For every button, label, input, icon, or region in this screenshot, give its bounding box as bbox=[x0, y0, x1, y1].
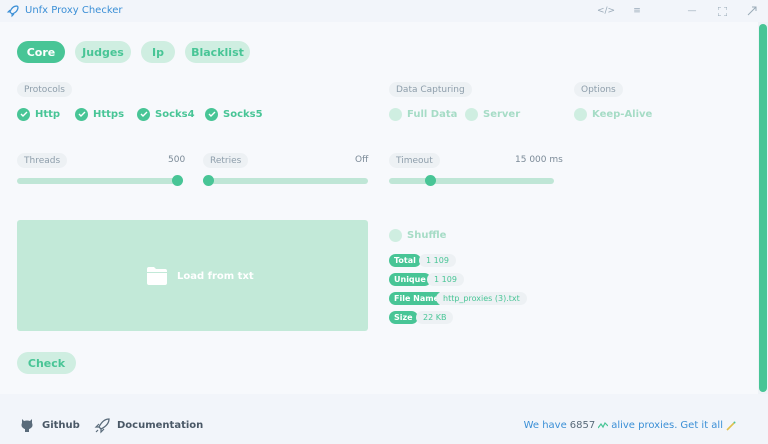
scrollbar-thumb[interactable] bbox=[759, 24, 767, 392]
socks4-checkbox[interactable]: Socks4 bbox=[137, 107, 195, 121]
title-bar: Unfx Proxy Checker </> ≡ — bbox=[0, 0, 768, 22]
rocket-icon bbox=[94, 418, 110, 434]
protocols-label: Protocols bbox=[17, 82, 72, 97]
retries-slider-handle[interactable] bbox=[203, 175, 214, 186]
tab-blacklist[interactable]: Blacklist bbox=[185, 41, 250, 63]
retries-label: Retries bbox=[203, 153, 249, 168]
tab-core[interactable]: Core bbox=[17, 41, 65, 63]
total-key: Total bbox=[389, 254, 421, 267]
server-label: Server bbox=[483, 108, 521, 120]
retries-slider[interactable] bbox=[203, 178, 368, 184]
load-from-txt-label: Load from txt bbox=[177, 271, 254, 282]
keep-alive-checkbox[interactable]: Keep-Alive bbox=[574, 107, 652, 121]
keep-alive-label: Keep-Alive bbox=[592, 108, 653, 120]
github-link[interactable]: Github bbox=[19, 417, 80, 433]
socks4-label: Socks4 bbox=[155, 108, 195, 120]
check-icon bbox=[137, 107, 150, 121]
wand-icon bbox=[726, 421, 736, 431]
maximize-icon[interactable] bbox=[714, 3, 730, 19]
code-icon[interactable]: </> bbox=[597, 3, 615, 19]
shuffle-label: Shuffle bbox=[407, 229, 447, 241]
socks5-label: Socks5 bbox=[223, 108, 263, 120]
total-value: 1 109 bbox=[419, 254, 456, 267]
data-capturing-label: Data Capturing bbox=[389, 82, 472, 97]
folder-icon bbox=[147, 267, 167, 285]
options-label: Options bbox=[574, 82, 623, 97]
check-icon bbox=[205, 107, 218, 121]
https-label: Https bbox=[93, 108, 125, 120]
check-button[interactable]: Check bbox=[17, 352, 76, 374]
shuffle-checkbox[interactable]: Shuffle bbox=[389, 228, 446, 242]
unique-key: Unique bbox=[389, 273, 431, 286]
https-checkbox[interactable]: Https bbox=[75, 107, 124, 121]
socks5-checkbox[interactable]: Socks5 bbox=[205, 107, 263, 121]
threads-value: 500 bbox=[168, 155, 186, 165]
github-label: Github bbox=[42, 419, 80, 431]
threads-label: Threads bbox=[17, 153, 68, 168]
check-icon bbox=[17, 107, 30, 121]
status-middle: alive proxies. bbox=[611, 420, 678, 431]
full-data-label: Full Data bbox=[407, 108, 458, 120]
tab-judges[interactable]: Judges bbox=[75, 41, 131, 63]
unique-value: 1 109 bbox=[427, 273, 464, 286]
threads-slider-handle[interactable] bbox=[172, 175, 183, 186]
rocket-icon bbox=[6, 5, 19, 18]
timeout-label: Timeout bbox=[389, 153, 440, 168]
github-icon bbox=[21, 419, 33, 432]
documentation-label: Documentation bbox=[117, 420, 204, 431]
documentation-link[interactable]: Documentation bbox=[94, 417, 203, 434]
timeout-slider[interactable] bbox=[389, 178, 554, 184]
full-data-checkbox[interactable]: Full Data bbox=[389, 107, 457, 121]
tab-ip[interactable]: Ip bbox=[141, 41, 175, 63]
size-key: Size bbox=[389, 311, 418, 324]
threads-slider[interactable] bbox=[17, 178, 182, 184]
http-checkbox[interactable]: Http bbox=[17, 107, 60, 121]
server-checkbox[interactable]: Server bbox=[465, 107, 520, 121]
alive-proxies-status: We have 6857 alive proxies. Get it all bbox=[524, 420, 736, 431]
timeout-slider-handle[interactable] bbox=[425, 175, 436, 186]
size-value: 22 KB bbox=[416, 311, 454, 324]
menu-icon[interactable]: ≡ bbox=[629, 3, 645, 19]
retries-value: Off bbox=[355, 155, 369, 165]
close-icon[interactable] bbox=[744, 3, 760, 19]
timeout-value: 15 000 ms bbox=[515, 155, 563, 165]
file-name-value: http_proxies (3).txt bbox=[436, 292, 527, 305]
get-it-all-link[interactable]: Get it all bbox=[680, 420, 723, 431]
minimize-icon[interactable]: — bbox=[684, 3, 700, 19]
check-icon bbox=[75, 107, 88, 121]
pulse-icon bbox=[598, 421, 609, 428]
window-title: Unfx Proxy Checker bbox=[25, 5, 123, 16]
status-prefix: We have bbox=[523, 420, 567, 431]
status-count: 6857 bbox=[569, 420, 596, 431]
main-panel bbox=[0, 22, 758, 394]
http-label: Http bbox=[35, 108, 61, 120]
